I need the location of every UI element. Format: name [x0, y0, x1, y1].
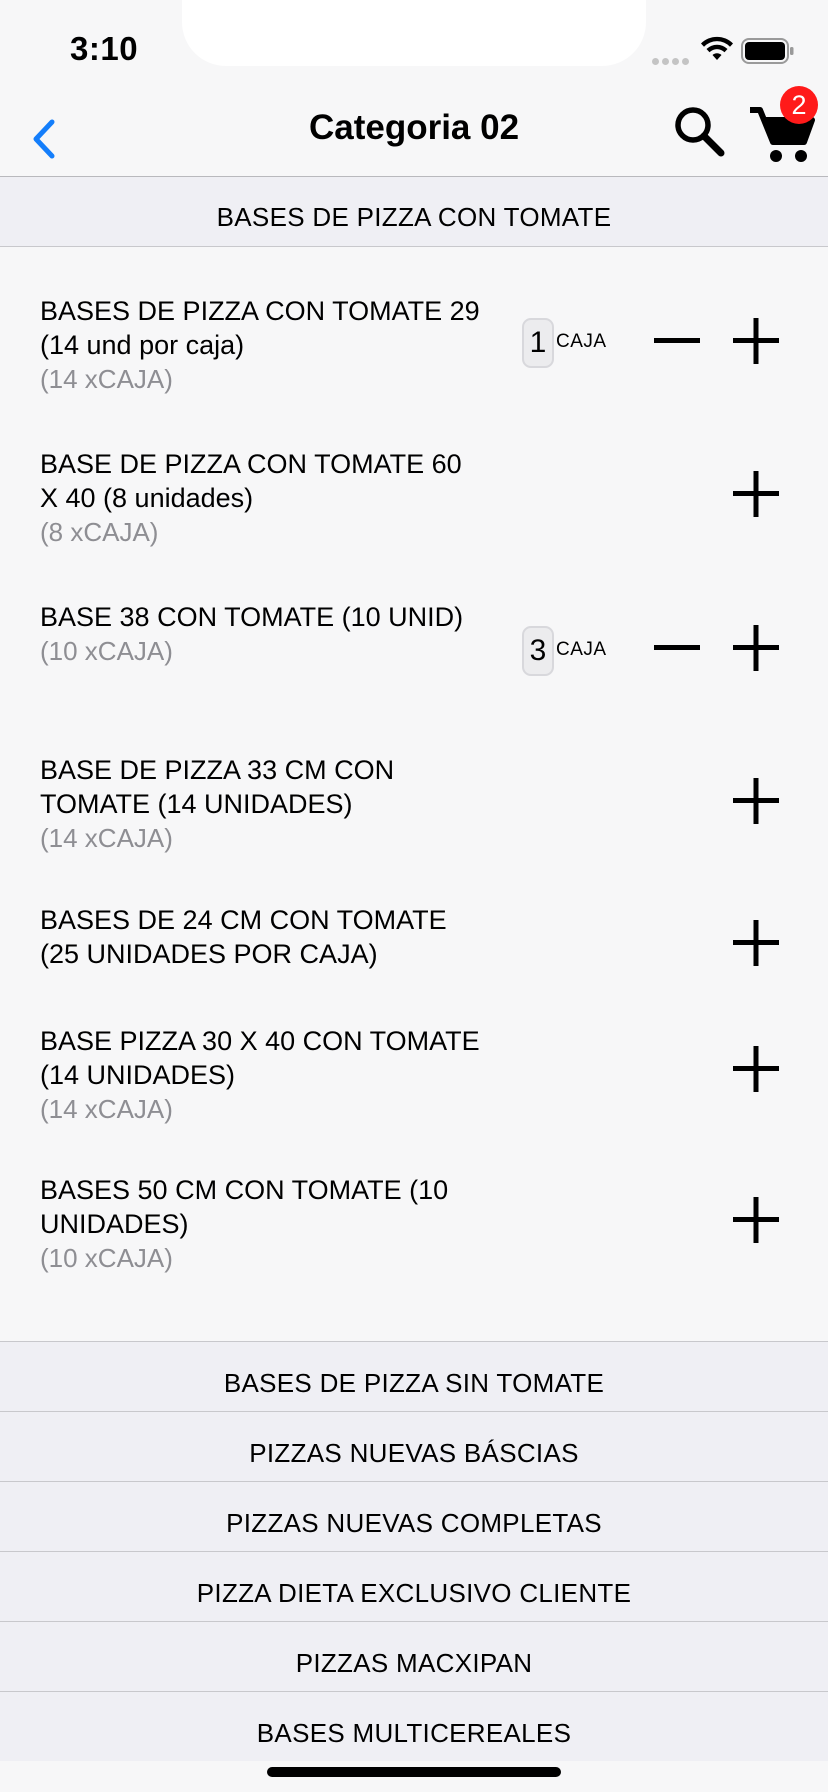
- status-time: 3:10: [70, 30, 139, 67]
- product-name: BASES 50 CM CON TOMATE (10 UNIDADES) (10…: [40, 1173, 480, 1275]
- minus-icon[interactable]: [652, 316, 702, 366]
- product-pack: (14 xCAJA): [40, 1094, 173, 1124]
- plus-icon[interactable]: [731, 1195, 781, 1245]
- product-name: BASE DE PIZZA CON TOMATE 60 X 40 (8 unid…: [40, 447, 480, 549]
- status-bar: 3:10: [0, 0, 828, 100]
- battery-icon: [741, 38, 794, 64]
- product-pack: (10 xCAJA): [40, 636, 173, 666]
- collapsed-sections: BASES DE PIZZA SIN TOMATE PIZZAS NUEVAS …: [0, 1341, 828, 1761]
- section-header[interactable]: BASES DE PIZZA SIN TOMATE: [0, 1341, 828, 1411]
- product-name: BASE 38 CON TOMATE (10 UNID) (10 xCAJA): [40, 600, 480, 668]
- section-header[interactable]: PIZZAS MACXIPAN: [0, 1621, 828, 1691]
- navigation-bar: Categoria 02 2: [0, 86, 828, 177]
- list-item: BASE PIZZA 30 X 40 CON TOMATE (14 UNIDAD…: [0, 992, 828, 1135]
- home-indicator: [267, 1767, 561, 1777]
- product-name: BASES DE 24 CM CON TOMATE (25 UNIDADES P…: [40, 905, 447, 969]
- search-icon[interactable]: [672, 104, 726, 158]
- quantity-unit: CAJA: [556, 639, 607, 660]
- minus-icon[interactable]: [652, 623, 702, 673]
- list-item: BASE DE PIZZA 33 CM CON TOMATE (14 UNIDA…: [0, 709, 828, 867]
- plus-icon[interactable]: [731, 469, 781, 519]
- quantity-unit: CAJA: [556, 331, 607, 352]
- quantity-value: 1: [522, 318, 554, 368]
- list-item: BASES 50 CM CON TOMATE (10 UNIDADES) (10…: [0, 1135, 828, 1295]
- section-header[interactable]: PIZZA DIETA EXCLUSIVO CLIENTE: [0, 1551, 828, 1621]
- product-pack: (14 xCAJA): [40, 823, 173, 853]
- section-header[interactable]: PIZZAS NUEVAS COMPLETAS: [0, 1481, 828, 1551]
- product-pack: (8 xCAJA): [40, 517, 159, 547]
- plus-icon[interactable]: [731, 918, 781, 968]
- section-header[interactable]: PIZZAS NUEVAS BÁSCIAS: [0, 1411, 828, 1481]
- product-name: BASE PIZZA 30 X 40 CON TOMATE (14 UNIDAD…: [40, 1026, 480, 1124]
- product-name: BASE DE PIZZA 33 CM CON TOMATE (14 UNIDA…: [40, 753, 480, 855]
- plus-icon[interactable]: [731, 623, 781, 673]
- notch: [182, 0, 646, 66]
- plus-icon[interactable]: [731, 776, 781, 826]
- plus-icon[interactable]: [731, 316, 781, 366]
- wifi-icon: [701, 36, 733, 60]
- list-item: BASE DE PIZZA CON TOMATE 60 X 40 (8 unid…: [0, 401, 828, 555]
- list-item: BASES DE PIZZA CON TOMATE 29 (14 und por…: [0, 248, 828, 401]
- plus-icon[interactable]: [731, 1044, 781, 1094]
- app-screen: 3:10 Categoria 02 2 BASES DE PIZZA CON T…: [0, 0, 828, 1792]
- cellular-signal-icon: [652, 52, 692, 70]
- product-pack: (10 xCAJA): [40, 1243, 173, 1273]
- quantity-value: 3: [522, 626, 554, 676]
- product-pack: (14 xCAJA): [40, 364, 173, 394]
- list-item: BASES DE 24 CM CON TOMATE (25 UNIDADES P…: [0, 867, 828, 992]
- product-name: BASES DE PIZZA CON TOMATE 29 (14 und por…: [40, 296, 480, 394]
- section-header-label: BASES DE PIZZA CON TOMATE: [216, 202, 612, 232]
- cart-count-badge: 2: [780, 86, 818, 124]
- product-list: BASES DE PIZZA CON TOMATE 29 (14 und por…: [0, 248, 828, 1295]
- section-header-bases-con-tomate[interactable]: BASES DE PIZZA CON TOMATE: [0, 177, 828, 247]
- list-item: BASE 38 CON TOMATE (10 UNID) (10 xCAJA) …: [0, 555, 828, 709]
- section-header[interactable]: BASES MULTICEREALES: [0, 1691, 828, 1761]
